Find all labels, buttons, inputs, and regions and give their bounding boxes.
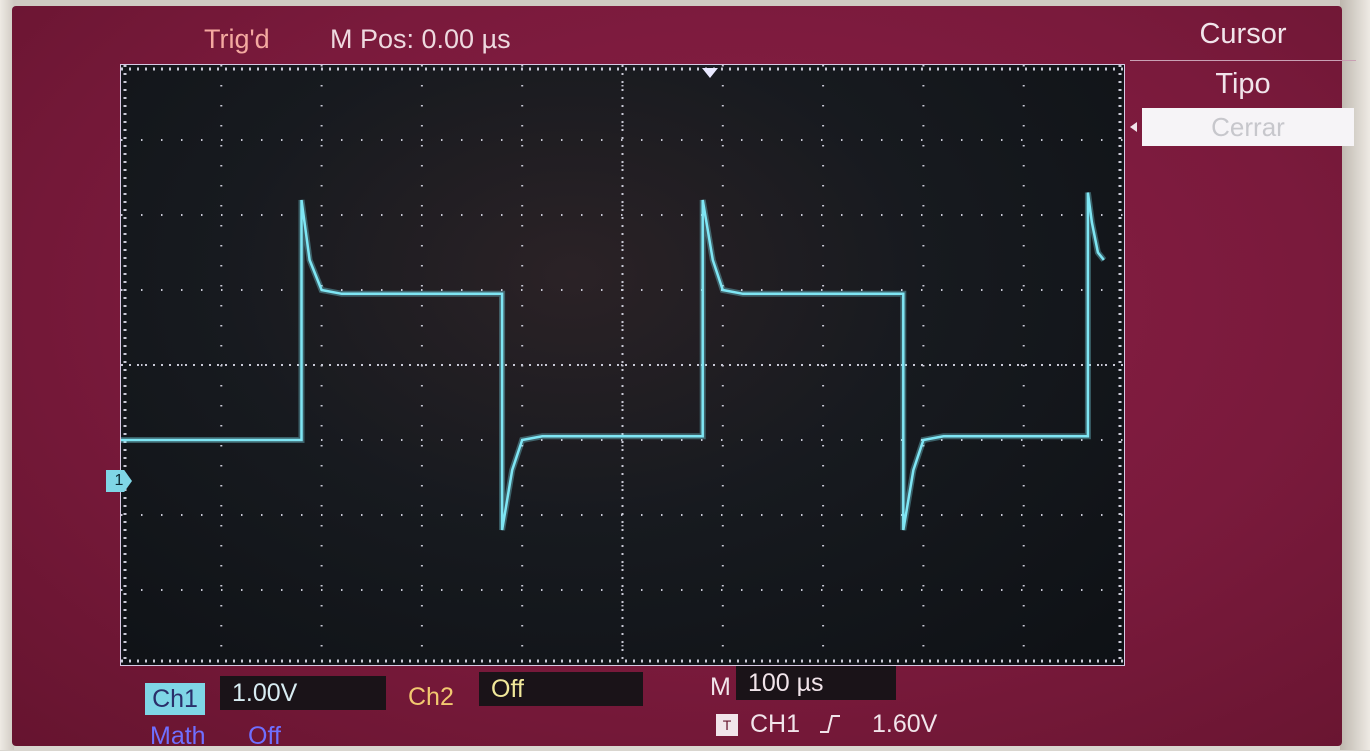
trigger-position-marker: [702, 68, 718, 78]
ch2-label[interactable]: Ch2: [408, 683, 454, 712]
menu-panel: Cursor Tipo Cerrar: [1130, 12, 1356, 182]
trigger-icon: T: [716, 714, 738, 736]
option-arrow-icon: [1130, 122, 1137, 132]
ch1-trace-glow: [121, 192, 1107, 531]
horizontal-position: M Pos: 0.00 µs: [330, 24, 511, 54]
ch1-scale: 1.00V: [220, 676, 386, 710]
oscilloscope-screen: Trig'd M Pos: 0.00 µs 1 Cursor Tipo Cerr…: [12, 6, 1356, 750]
timebase-value[interactable]: 100 µs: [736, 666, 896, 700]
ch1-trace: [121, 192, 1105, 531]
menu-title[interactable]: Cursor: [1130, 12, 1356, 61]
menu-subtitle: Tipo: [1215, 68, 1271, 100]
trigger-level: 1.60V: [872, 710, 938, 738]
math-state: Off: [248, 722, 281, 750]
timebase-label: M: [710, 673, 731, 701]
graticule-grid: [121, 65, 1124, 665]
math-label[interactable]: Math: [150, 722, 206, 751]
cursor-type-option[interactable]: Cerrar: [1142, 108, 1354, 146]
waveform-display: [120, 64, 1125, 666]
ch1-label[interactable]: Ch1: [145, 683, 205, 715]
trigger-source: CH1: [750, 710, 801, 738]
rising-edge-icon: [820, 715, 840, 733]
trace-layer: [121, 192, 1107, 531]
trigger-status: Trig'd: [204, 24, 270, 54]
waveform-plot: [121, 65, 1124, 665]
ch2-state: Off: [479, 672, 643, 706]
